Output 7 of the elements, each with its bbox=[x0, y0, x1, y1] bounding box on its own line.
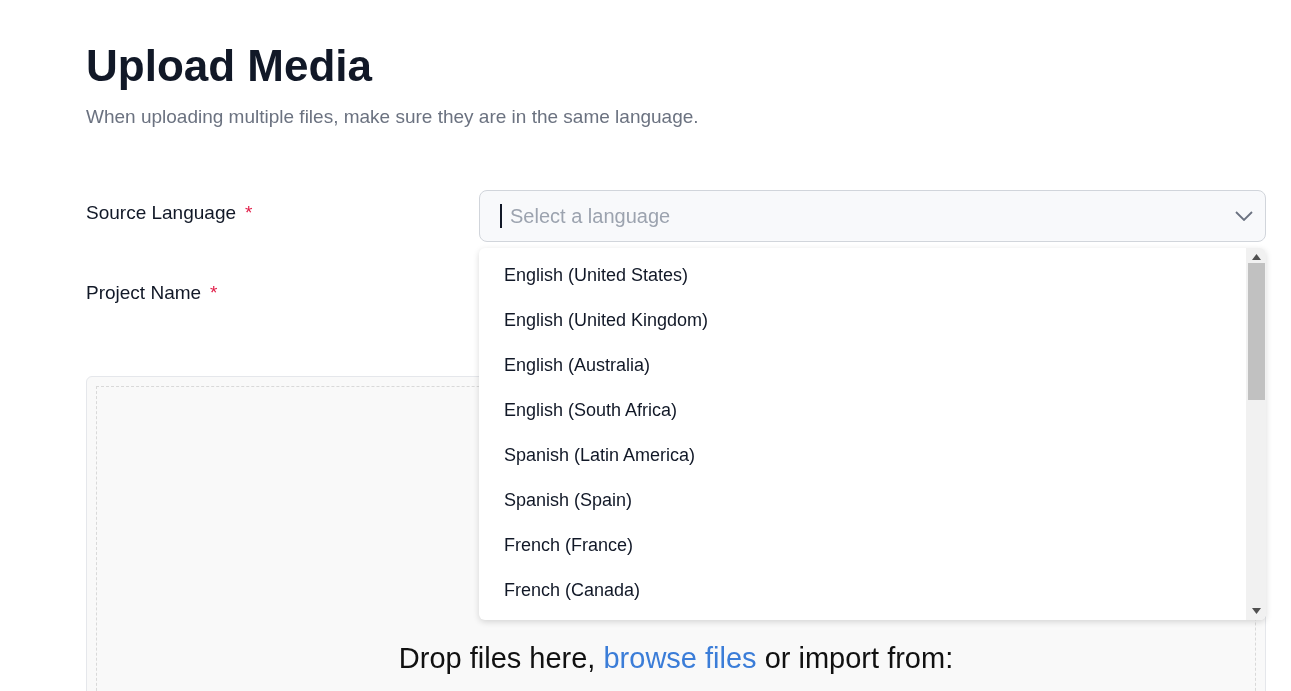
page-subtitle: When uploading multiple files, make sure they are in the same language. bbox=[86, 106, 700, 128]
page-title: Upload Media bbox=[86, 40, 374, 92]
field-label: Source Language bbox=[86, 202, 236, 224]
drop-instructions: Drop files here, browse files or import from: bbox=[397, 641, 955, 676]
required-mark: * bbox=[245, 202, 253, 224]
required-mark: * bbox=[210, 282, 218, 304]
field-label: Project Name bbox=[86, 282, 202, 304]
